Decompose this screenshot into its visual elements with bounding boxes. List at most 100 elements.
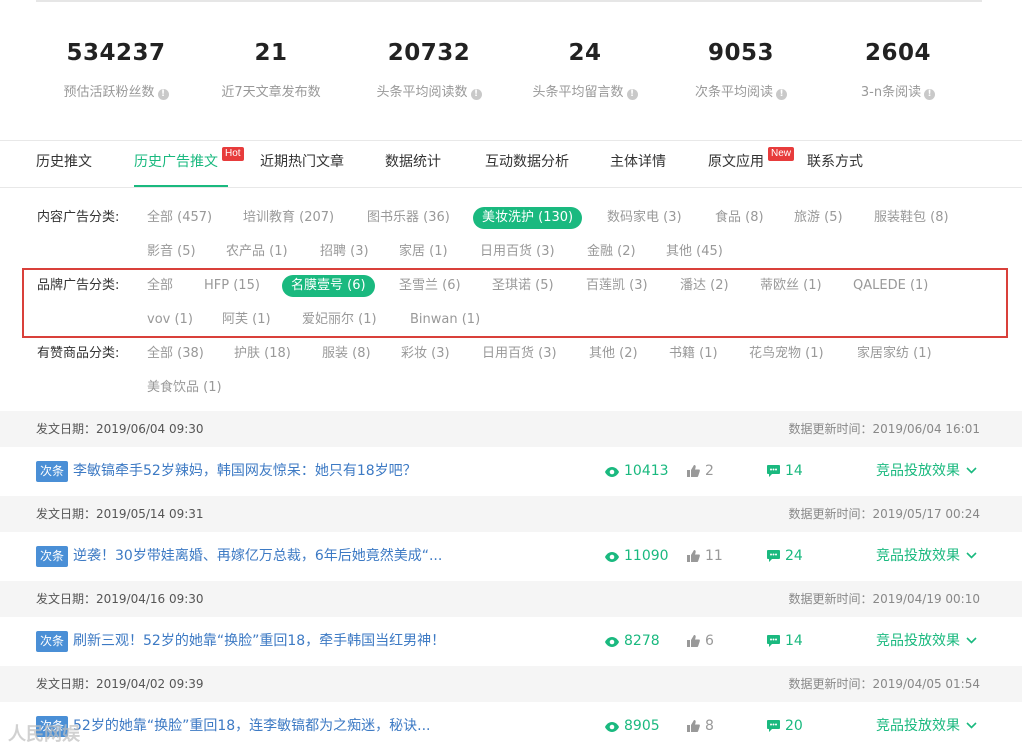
filter-chip[interactable]: 日用百货 (3) — [471, 241, 564, 263]
competitor-effect-toggle[interactable]: 竞品投放效果 — [876, 702, 977, 751]
filter-chip[interactable]: 招聘 (3) — [311, 241, 378, 263]
filter-label: 内容广告分类: — [37, 210, 120, 225]
tab-label: 原文应用 — [708, 154, 764, 170]
read-count-value: 11090 — [624, 548, 669, 564]
article-title-link[interactable]: 刷新三观！52岁的她靠“换脸”重回18，牵手韩国当红男神！ — [73, 617, 445, 666]
filter-chip[interactable]: 服装鞋包 (8) — [865, 207, 958, 229]
filter-chip[interactable]: 圣雪兰 (6) — [390, 275, 470, 297]
filter-chip[interactable]: 家居家纺 (1) — [848, 343, 941, 365]
publish-date: 发文日期：2019/04/02 09:39 — [36, 677, 204, 691]
article-row: 次条 刷新三观！52岁的她靠“换脸”重回18，牵手韩国当红男神！ 8278 6 … — [0, 617, 1022, 666]
article-title-link[interactable]: 52岁的她靠“换脸”重回18，连李敏镐都为之痴迷，秘诀... — [73, 702, 430, 751]
filter-chip[interactable]: 圣琪诺 (5) — [483, 275, 563, 297]
tab-label: 主体详情 — [610, 154, 666, 170]
filter-chip[interactable]: 农产品 (1) — [217, 241, 297, 263]
tab-label: 互动数据分析 — [485, 154, 569, 170]
filter-chip[interactable]: QALEDE (1) — [844, 275, 937, 297]
filter-chip[interactable]: 美食饮品 (1) — [138, 377, 231, 399]
comment-count-value: 24 — [785, 548, 803, 564]
stat-label-text: 3-n条阅读 — [860, 85, 922, 100]
competitor-effect-toggle[interactable]: 竞品投放效果 — [876, 617, 977, 666]
effect-label: 竞品投放效果 — [876, 548, 960, 564]
like-count-value: 6 — [705, 633, 714, 649]
comment-count: 20 — [767, 702, 803, 751]
tab-interaction-analysis[interactable]: 互动数据分析 — [485, 141, 569, 187]
info-icon[interactable]: ! — [626, 89, 638, 100]
info-icon[interactable]: ! — [776, 89, 787, 100]
filter-chip[interactable]: 护肤 (18) — [225, 343, 300, 365]
read-count-value: 8905 — [624, 718, 660, 734]
filter-goods-row-1: 有赞商品分类: 全部 (38) 护肤 (18) 服装 (8) 彩妆 (3) 日用… — [37, 343, 997, 365]
tab-recent-hot[interactable]: 近期热门文章 — [260, 141, 344, 187]
like-count-value: 8 — [705, 718, 714, 734]
filter-chip[interactable]: 其他 (45) — [657, 241, 732, 263]
tab-original-app[interactable]: 原文应用 — [708, 141, 764, 187]
update-time: 数据更新时间：2019/04/19 00:10 — [788, 592, 980, 606]
comment-count: 14 — [767, 617, 803, 666]
thumbs-up-icon — [687, 465, 700, 477]
filter-chip[interactable]: 阿芙 (1) — [213, 309, 280, 331]
info-icon[interactable]: ! — [924, 89, 936, 100]
filter-chip[interactable]: 家居 (1) — [390, 241, 457, 263]
tab-bar: 历史推文 历史广告推文 Hot 近期热门文章 数据统计 互动数据分析 主体详情 … — [0, 140, 1022, 188]
update-time: 数据更新时间：2019/05/17 00:24 — [788, 507, 980, 521]
filter-chip[interactable]: 影音 (5) — [138, 241, 205, 263]
filter-chip[interactable]: 服装 (8) — [313, 343, 380, 365]
filter-chip[interactable]: 书籍 (1) — [660, 343, 727, 365]
filter-chip[interactable]: 全部 — [138, 275, 182, 297]
filter-chip[interactable]: 食品 (8) — [706, 207, 773, 229]
filter-chip[interactable]: HFP (15) — [195, 275, 269, 297]
filter-chip[interactable]: 旅游 (5) — [785, 207, 852, 229]
competitor-effect-toggle[interactable]: 竞品投放效果 — [876, 532, 977, 581]
filter-chip[interactable]: 金融 (2) — [578, 241, 645, 263]
tab-label: 近期热门文章 — [260, 154, 344, 170]
filter-chip[interactable]: 全部 (38) — [138, 343, 213, 365]
tab-history-posts[interactable]: 历史推文 — [36, 141, 92, 187]
comment-count-value: 14 — [785, 633, 803, 649]
filter-chip[interactable]: 日用百货 (3) — [473, 343, 566, 365]
filter-chip-selected[interactable]: 名膜壹号 (6) — [282, 275, 375, 297]
article-title-link[interactable]: 逆袭！30岁带娃离婚、再嫁亿万总裁，6年后她竟然美成“... — [73, 532, 442, 581]
position-tag: 次条 — [36, 546, 69, 567]
filter-brand-row-2: vov (1) 阿芙 (1) 爱妃丽尔 (1) Binwan (1) — [37, 309, 997, 331]
info-icon[interactable]: ! — [157, 89, 169, 100]
tab-label: 历史推文 — [36, 154, 92, 170]
comment-count-value: 20 — [785, 718, 803, 734]
update-time: 数据更新时间：2019/06/04 16:01 — [788, 422, 980, 436]
tab-history-ads[interactable]: 历史广告推文 — [134, 141, 228, 187]
filter-chip[interactable]: 百莲凯 (3) — [577, 275, 657, 297]
competitor-effect-toggle[interactable]: 竞品投放效果 — [876, 447, 977, 496]
article-title-link[interactable]: 李敏镐牵手52岁辣妈，韩国网友惊呆：她只有18岁吧？ — [73, 447, 417, 496]
tab-entity-details[interactable]: 主体详情 — [610, 141, 666, 187]
read-count-value: 10413 — [624, 463, 669, 479]
filter-chip[interactable]: 数码家电 (3) — [598, 207, 691, 229]
eye-icon — [605, 552, 619, 562]
filter-chip-selected[interactable]: 美妆洗护 (130) — [473, 207, 583, 229]
thumbs-up-icon — [687, 550, 700, 562]
filter-chip[interactable]: 彩妆 (3) — [392, 343, 459, 365]
filter-chip[interactable]: 图书乐器 (36) — [358, 207, 459, 229]
filter-chip[interactable]: 全部 (457) — [138, 207, 221, 229]
stat-headline-comments: 24 头条平均留言数! — [505, 38, 665, 102]
tab-label: 联系方式 — [807, 154, 863, 170]
comment-count: 14 — [767, 447, 803, 496]
watermark: 人民网娱 — [8, 724, 80, 745]
filter-chip[interactable]: Binwan (1) — [401, 309, 489, 331]
filter-chip[interactable]: 其他 (2) — [580, 343, 647, 365]
filter-chip[interactable]: 培训教育 (207) — [234, 207, 343, 229]
position-tag: 次条 — [36, 631, 69, 652]
filter-chip[interactable]: 爱妃丽尔 (1) — [293, 309, 386, 331]
like-count: 8 — [687, 702, 714, 751]
info-icon[interactable]: ! — [470, 89, 482, 100]
update-time: 数据更新时间：2019/04/05 01:54 — [788, 677, 980, 691]
filter-chip[interactable]: vov (1) — [138, 309, 202, 331]
tab-data-stats[interactable]: 数据统计 — [385, 141, 441, 187]
filter-goods-row-2: 美食饮品 (1) — [37, 377, 997, 399]
thumbs-up-icon — [687, 720, 700, 732]
publish-date: 发文日期：2019/04/16 09:30 — [36, 592, 204, 606]
filter-chip[interactable]: 花鸟宠物 (1) — [740, 343, 833, 365]
filter-chip[interactable]: 蒂欧丝 (1) — [751, 275, 831, 297]
filter-chip[interactable]: 潘达 (2) — [671, 275, 738, 297]
article-date-bar: 发文日期：2019/04/02 09:39 数据更新时间：2019/04/05 … — [0, 666, 1022, 702]
tab-contact[interactable]: 联系方式 — [807, 141, 863, 187]
